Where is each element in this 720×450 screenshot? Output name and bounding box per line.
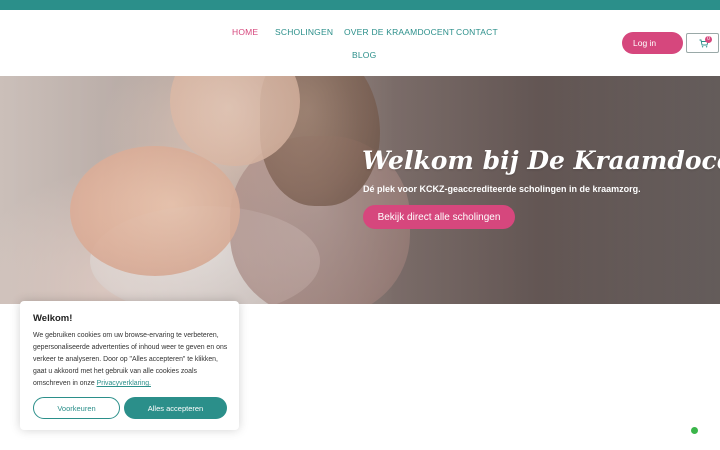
hero-banner: Welkom bij De Kraamdocent Dé plek voor K…	[0, 76, 720, 304]
cookie-consent-dialog: Welkom! We gebruiken cookies om uw brows…	[20, 301, 239, 430]
nav-item-blog[interactable]: BLOG	[352, 50, 376, 60]
cookie-text: We gebruiken cookies om uw browse-ervari…	[33, 330, 233, 390]
accept-all-cookies-label: Alles accepteren	[147, 403, 204, 413]
hero-subtitle: Dé plek voor KCKZ-geaccrediteerde scholi…	[363, 184, 641, 194]
accept-all-cookies-button[interactable]: Alles accepteren	[124, 397, 227, 419]
privacy-policy-link[interactable]: Privacyverklaring.	[97, 380, 151, 387]
cart-button[interactable]: 0	[686, 33, 719, 53]
login-button-label: Log in	[633, 38, 657, 48]
nav-item-over-de-kraamdocent[interactable]: OVER DE KRAAMDOCENT	[344, 27, 455, 37]
cookie-preferences-label: Voorkeuren	[57, 403, 96, 413]
login-button[interactable]: Log in	[622, 32, 683, 54]
cookie-title: Welkom!	[33, 313, 73, 324]
cart-count-badge: 0	[705, 36, 712, 43]
status-indicator-icon[interactable]	[691, 427, 698, 434]
cookie-preferences-button[interactable]: Voorkeuren	[33, 397, 120, 419]
cookie-body-text: We gebruiken cookies om uw browse-ervari…	[33, 332, 228, 387]
view-courses-button[interactable]: Bekijk direct alle scholingen	[363, 205, 515, 229]
nav-item-scholingen[interactable]: SCHOLINGEN	[275, 27, 333, 37]
top-accent-bar	[0, 0, 720, 10]
site-header: HOME SCHOLINGEN OVER DE KRAAMDOCENT CONT…	[0, 10, 720, 76]
hero-title: Welkom bij De Kraamdocent	[362, 146, 720, 175]
nav-item-contact[interactable]: CONTACT	[456, 27, 498, 37]
nav-item-home[interactable]: HOME	[232, 27, 258, 37]
view-courses-button-label: Bekijk direct alle scholingen	[377, 211, 501, 223]
